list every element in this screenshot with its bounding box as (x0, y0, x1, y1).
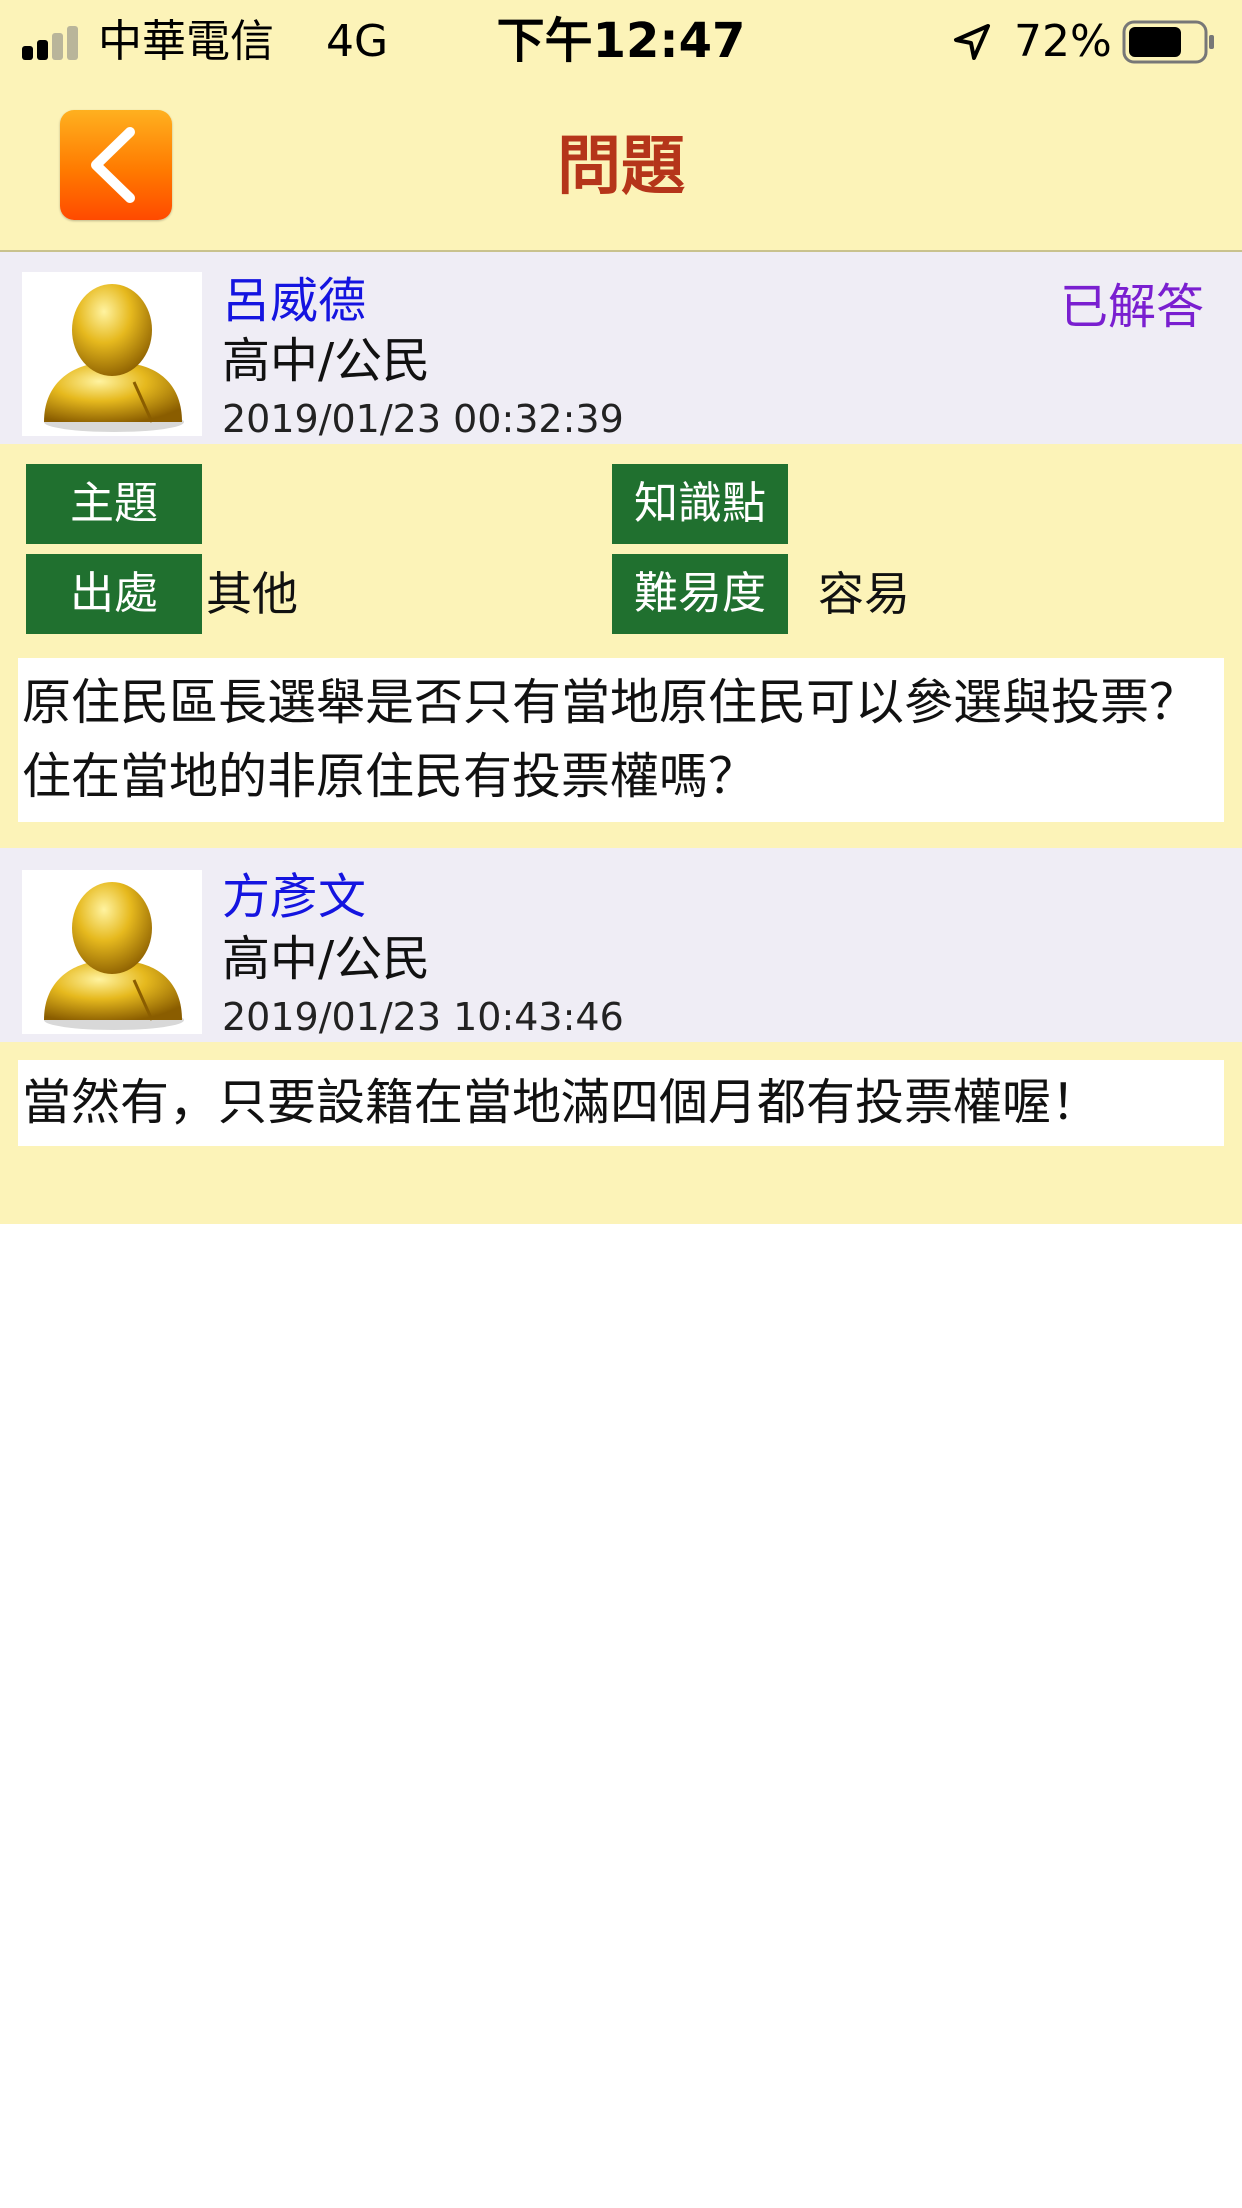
user-avatar-icon (44, 882, 184, 1030)
subject-category: 高中/公民 (222, 931, 431, 987)
tag-topic-label: 主題 (26, 464, 202, 544)
question-header: 呂威德 高中/公民 2019/01/23 00:32:39 已解答 (0, 252, 1242, 444)
subject-category: 高中/公民 (222, 333, 431, 389)
status-bar: 中華電信 4G 下午12:47 72% (0, 0, 1242, 86)
nav-bar: 問題 (0, 86, 1242, 252)
question-body: 主題 知識點 出處 其他 難易度 容易 原住民區長選舉是否只有當地原住民可以參選… (0, 444, 1242, 848)
author-name[interactable]: 呂威德 (222, 272, 366, 330)
question-content: 原住民區長選舉是否只有當地原住民可以參選與投票？住在當地的非原住民有投票權嗎？ (18, 658, 1224, 822)
author-name[interactable]: 方彥文 (222, 868, 366, 926)
avatar (22, 870, 202, 1034)
status-badge: 已解答 (1060, 279, 1205, 335)
tag-source-label: 出處 (26, 554, 202, 634)
answer-body: 當然有，只要設籍在當地滿四個月都有投票權喔！ (0, 1042, 1242, 1224)
answer-header: 方彥文 高中/公民 2019/01/23 10:43:46 (0, 848, 1242, 1042)
user-avatar-icon (44, 284, 184, 432)
answer-content: 當然有，只要設籍在當地滿四個月都有投票權喔！ (18, 1060, 1224, 1146)
battery-percent: 72% (1014, 16, 1112, 67)
battery-icon (1122, 20, 1214, 64)
avatar (22, 272, 202, 436)
post-timestamp: 2019/01/23 00:32:39 (222, 397, 624, 441)
tag-source-value: 其他 (206, 567, 298, 621)
tag-difficulty-label: 難易度 (612, 554, 788, 634)
page-title: 問題 (557, 130, 685, 204)
tag-difficulty-value: 容易 (818, 567, 910, 621)
location-arrow-icon (954, 24, 990, 60)
post-timestamp: 2019/01/23 10:43:46 (222, 995, 624, 1039)
tag-knowledge-label: 知識點 (612, 464, 788, 544)
